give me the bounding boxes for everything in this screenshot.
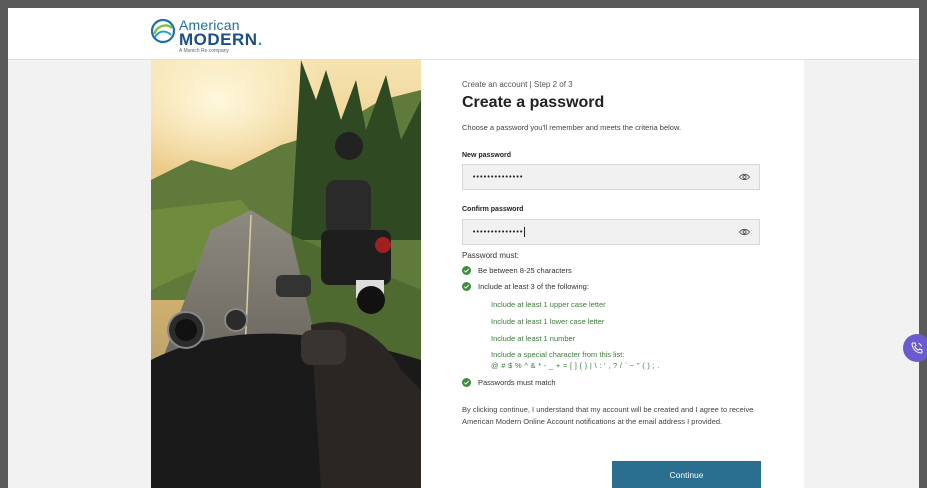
sub-rule-special: Include a special character from this li… <box>491 350 625 359</box>
page-title: Create a password <box>462 94 605 111</box>
rule-match-label: Passwords must match <box>478 378 556 387</box>
phone-chat-icon <box>911 342 923 354</box>
check-circle-icon <box>462 378 471 387</box>
sub-rule-lowercase: Include at least 1 lower case letter <box>491 317 605 326</box>
confirm-password-field[interactable]: •••••••••••••• <box>462 219 760 245</box>
site-header: American MODERN. A Munich Re company <box>8 8 919 60</box>
rule-length: Be between 8-25 characters <box>462 266 572 275</box>
american-modern-logo[interactable]: American MODERN. A Munich Re company <box>150 18 263 54</box>
new-password-value: •••••••••••••• <box>472 173 523 181</box>
page-subtitle: Choose a password you'll remember and me… <box>462 123 682 132</box>
eye-icon[interactable] <box>739 228 750 236</box>
eye-icon[interactable] <box>739 173 750 181</box>
rule-match: Passwords must match <box>462 378 556 387</box>
new-password-field[interactable]: •••••••••••••• <box>462 164 760 190</box>
logo-tagline: A Munich Re company <box>179 48 230 54</box>
globe-swirl-icon <box>150 18 176 44</box>
text-caret <box>523 227 525 237</box>
motorcycle-road-image <box>151 60 421 488</box>
check-circle-icon <box>462 266 471 275</box>
rule-length-label: Be between 8-25 characters <box>478 266 572 275</box>
step-indicator: Create an account | Step 2 of 3 <box>462 80 573 89</box>
check-circle-icon <box>462 282 471 291</box>
terms-disclaimer: By clicking continue, I understand that … <box>462 405 754 426</box>
confirm-password-value: •••••••••••••• <box>472 228 523 236</box>
continue-button[interactable]: Continue <box>612 461 761 488</box>
password-rules-title: Password must: <box>462 251 519 260</box>
new-password-label: New password <box>462 152 512 159</box>
confirm-password-label: Confirm password <box>462 206 524 213</box>
motorcycle-photo <box>151 60 421 488</box>
rule-composition: Include at least 3 of the following: <box>462 282 589 291</box>
special-characters-list: @ # $ % ^ & * - _ + = [ ] { } | \ : ' , … <box>491 361 660 370</box>
sub-rule-number: Include at least 1 number <box>491 334 576 343</box>
chat-call-button[interactable] <box>903 334 927 362</box>
rule-composition-label: Include at least 3 of the following: <box>478 282 589 291</box>
signup-card: Create an account | Step 2 of 3 Create a… <box>151 60 804 488</box>
sub-rule-uppercase: Include at least 1 upper case letter <box>491 300 606 309</box>
logo-wordmark-bottom: MODERN. <box>179 30 263 49</box>
